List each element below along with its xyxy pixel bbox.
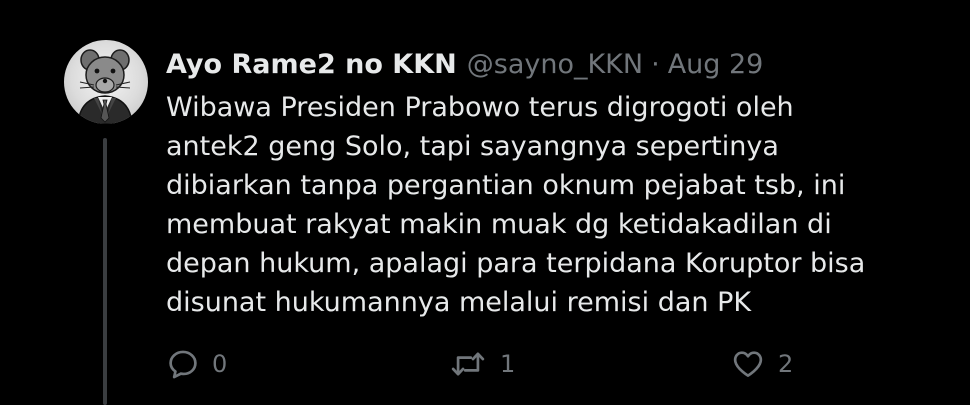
tweet-text-line: depan hukum, apalagi para terpidana Koru…: [166, 248, 866, 279]
tweet-actions: 0 1 2: [166, 342, 866, 386]
like-count: 2: [778, 350, 794, 378]
tweet-header: Ayo Rame2 no KKN @sayno_KKN · Aug 29: [166, 44, 763, 84]
reply-icon: [169, 350, 197, 379]
reply-count: 0: [212, 350, 228, 378]
avatar[interactable]: [64, 40, 148, 124]
display-name[interactable]: Ayo Rame2 no KKN: [166, 49, 457, 80]
tweet[interactable]: Ayo Rame2 no KKN @sayno_KKN · Aug 29 Wib…: [0, 0, 970, 405]
like-button[interactable]: 2: [730, 342, 793, 386]
rat-in-suit-avatar-icon: [77, 49, 133, 124]
retweet-count: 1: [500, 350, 516, 378]
heart-icon: [733, 351, 763, 377]
reply-button[interactable]: 0: [166, 342, 227, 386]
tweet-text-line: membuat rakyat makin muak dg ketidakadil…: [166, 209, 832, 240]
tweet-date[interactable]: Aug 29: [668, 49, 764, 80]
retweet-button[interactable]: 1: [448, 342, 515, 386]
retweet-icon: [451, 352, 485, 376]
tweet-text-line: dibiarkan tanpa pergantian oknum pejabat…: [166, 170, 846, 201]
tweet-text: Wibawa Presiden Prabowo terus digrogoti …: [166, 88, 926, 322]
tweet-text-line: Wibawa Presiden Prabowo terus digrogoti …: [166, 92, 794, 123]
tweet-text-line: antek2 geng Solo, tapi sayangnya seperti…: [166, 131, 779, 162]
tweet-text-line: disunat hukumannya melalui remisi dan PK: [166, 287, 752, 318]
thread-connector-line: [103, 138, 107, 405]
user-handle[interactable]: @sayno_KKN: [467, 49, 643, 80]
header-separator: ·: [651, 48, 660, 80]
